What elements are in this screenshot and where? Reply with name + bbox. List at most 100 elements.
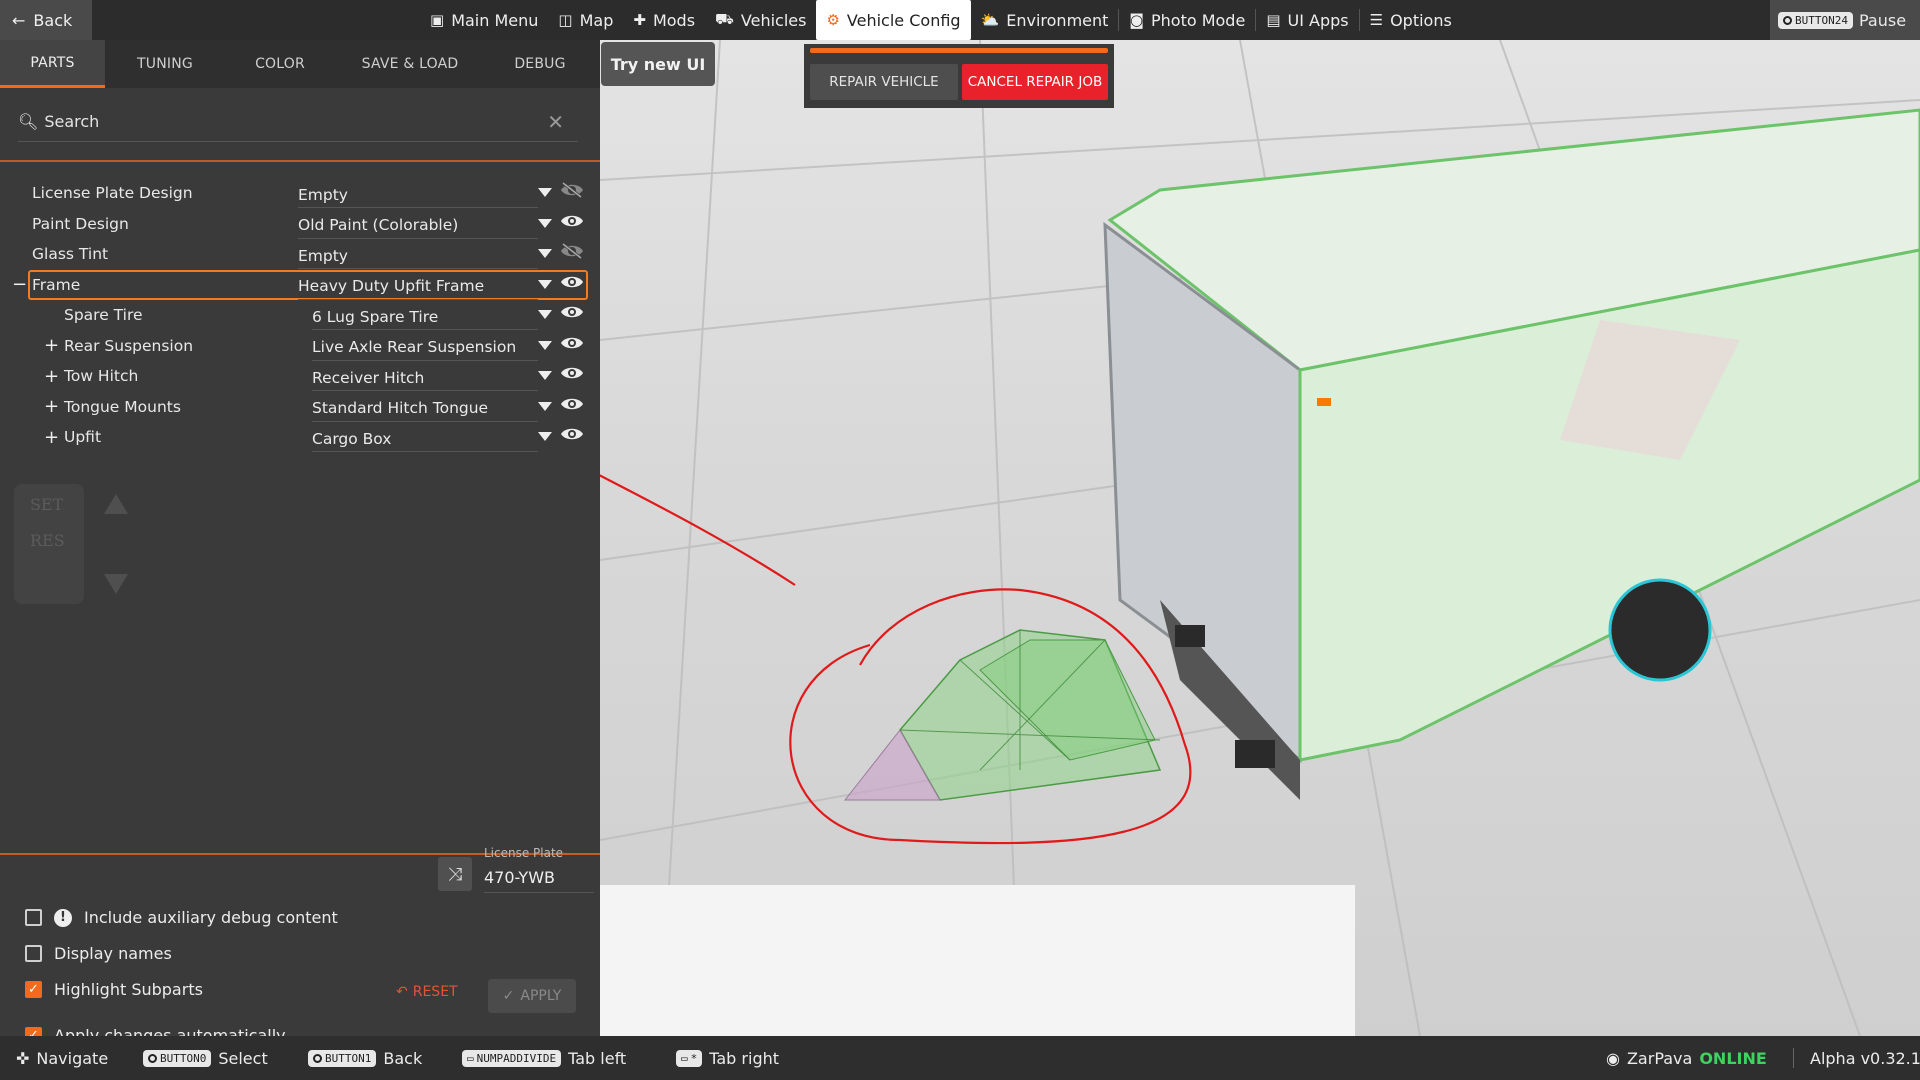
tab-tuning[interactable]: TUNING <box>105 40 225 88</box>
chevron-down-icon[interactable] <box>538 310 552 319</box>
part-name: Tow Hitch <box>64 367 139 386</box>
part-row[interactable]: License Plate Design Empty <box>0 178 600 209</box>
part-row[interactable]: + Tow Hitch Receiver Hitch <box>0 361 600 392</box>
apply-button[interactable]: ✓ APPLY <box>488 979 576 1013</box>
menu-label: UI Apps <box>1287 10 1349 30</box>
expand-icon[interactable]: + <box>44 335 59 356</box>
user-status[interactable]: ◉ ZarPava ONLINE <box>1606 1049 1767 1068</box>
part-select[interactable]: Empty <box>298 243 538 269</box>
menu-vehicle-config[interactable]: ⚙ Vehicle Config <box>816 0 971 40</box>
eye-icon[interactable] <box>560 426 584 442</box>
aux-debug-checkbox[interactable] <box>25 909 42 926</box>
reset-label: RESET <box>412 984 458 1000</box>
eye-off-icon[interactable] <box>560 242 584 260</box>
menu-map[interactable]: ◫ Map <box>548 0 623 40</box>
chevron-down-icon[interactable] <box>538 279 552 289</box>
license-plate-input[interactable]: 470-YWB <box>484 863 594 893</box>
part-row[interactable]: − Frame Heavy Duty Upfit Frame <box>12 269 588 300</box>
menu-options[interactable]: ☰ Options <box>1360 0 1462 40</box>
repair-vehicle-button[interactable]: REPAIR VEHICLE <box>810 64 958 100</box>
tab-color[interactable]: COLOR <box>225 40 335 88</box>
option-label: Display names <box>54 944 172 963</box>
part-select[interactable]: Cargo Box <box>312 426 538 452</box>
eye-icon[interactable] <box>560 304 584 320</box>
hint-tab-right: ▭ * Tab right <box>676 1049 779 1068</box>
expand-icon[interactable]: + <box>44 396 59 417</box>
chevron-down-icon[interactable] <box>538 371 552 380</box>
key-hint: ▭ NUMPADDIVIDE <box>462 1049 562 1067</box>
eye-off-icon[interactable] <box>560 181 584 199</box>
part-name: Frame <box>32 275 81 294</box>
eye-icon[interactable] <box>560 396 584 412</box>
cargo-box-truck <box>1103 108 1920 800</box>
search-field[interactable]: 🔍︎ Search ✕ <box>18 102 578 142</box>
expand-icon[interactable]: + <box>44 427 59 448</box>
chevron-down-icon[interactable] <box>538 188 552 197</box>
check-icon: ✓ <box>502 988 515 1004</box>
cancel-repair-button[interactable]: CANCEL REPAIR JOB <box>962 64 1108 100</box>
menu-environment[interactable]: ⛅ Environment <box>971 0 1119 40</box>
repair-progress-bar <box>810 48 1108 53</box>
map-icon: ◫ <box>558 11 573 29</box>
part-row[interactable]: Glass Tint Empty <box>0 239 600 270</box>
display-names-checkbox[interactable] <box>25 945 42 962</box>
eye-icon[interactable] <box>560 213 584 229</box>
parts-tree: License Plate Design Empty Paint Design Old… <box>0 178 600 453</box>
part-select[interactable]: Old Paint (Colorable) <box>298 213 538 239</box>
menu-photo-mode[interactable]: ◙ Photo Mode <box>1119 0 1255 40</box>
collapse-icon[interactable]: − <box>12 274 27 295</box>
weather-icon: ⛅ <box>980 11 1000 29</box>
part-row[interactable]: Spare Tire 6 Lug Spare Tire <box>0 300 600 331</box>
part-select[interactable]: Live Axle Rear Suspension <box>312 335 538 361</box>
divider <box>0 160 600 162</box>
option-label: Include auxiliary debug content <box>84 908 338 927</box>
part-select[interactable]: Receiver Hitch <box>312 365 538 391</box>
part-select[interactable]: Standard Hitch Tongue <box>312 396 538 422</box>
dpad-icon: ✜ <box>16 1048 30 1068</box>
part-row[interactable]: + Upfit Cargo Box <box>0 422 600 453</box>
gamepad-button-icon <box>148 1053 157 1063</box>
part-select[interactable]: Empty <box>298 182 538 208</box>
tab-save-load[interactable]: SAVE & LOAD <box>335 40 485 88</box>
expand-icon[interactable]: + <box>44 366 59 387</box>
eye-icon[interactable] <box>560 365 584 381</box>
option-highlight-subparts[interactable]: ✓ Highlight Subparts <box>25 980 203 999</box>
menu-ui-apps[interactable]: ▤ UI Apps <box>1256 0 1358 40</box>
part-row[interactable]: + Tongue Mounts Standard Hitch Tongue <box>0 392 600 423</box>
tab-parts[interactable]: PARTS <box>0 40 105 88</box>
option-display-names[interactable]: Display names <box>25 944 172 963</box>
chevron-down-icon[interactable] <box>538 218 552 228</box>
chevron-down-icon[interactable] <box>538 432 552 441</box>
chevron-down-icon[interactable] <box>538 340 552 350</box>
randomize-plate-button[interactable]: ⤨ <box>438 857 472 891</box>
menu-label: Environment <box>1006 10 1109 30</box>
search-input[interactable]: Search <box>44 112 99 131</box>
chevron-down-icon[interactable] <box>538 401 552 411</box>
hint-navigate: ✜ Navigate <box>16 1049 108 1068</box>
pause-button[interactable]: BUTTON24 Pause <box>1770 0 1920 40</box>
part-name: Glass Tint <box>32 245 109 264</box>
menu-vehicles[interactable]: ⛟ Vehicles <box>705 0 816 40</box>
part-select[interactable]: Heavy Duty Upfit Frame <box>298 274 538 300</box>
chevron-down-icon[interactable] <box>538 249 552 258</box>
option-aux-debug[interactable]: ! Include auxiliary debug content <box>25 908 338 927</box>
eye-icon[interactable] <box>560 335 584 351</box>
try-new-ui-button[interactable]: Try new UI <box>601 42 715 86</box>
reset-button[interactable]: ↶ RESET <box>396 984 458 1000</box>
part-select[interactable]: 6 Lug Spare Tire <box>312 304 538 330</box>
hint-label: Navigate <box>36 1048 109 1068</box>
online-status: ONLINE <box>1699 1048 1767 1068</box>
eye-icon[interactable] <box>560 274 584 290</box>
main-nav: ▣ Main Menu ◫ Map ✚ Mods ⛟ Vehicles ⚙ Vehicle… <box>420 0 1462 40</box>
clear-search-icon[interactable]: ✕ <box>547 110 564 134</box>
back-button[interactable]: ← Back <box>0 0 92 40</box>
highlight-subparts-checkbox[interactable]: ✓ <box>25 981 42 998</box>
hint-label: Select <box>218 1048 268 1068</box>
tab-debug[interactable]: DEBUG <box>485 40 595 88</box>
part-row[interactable]: Paint Design Old Paint (Colorable) <box>0 209 600 240</box>
menu-mods[interactable]: ✚ Mods <box>623 0 705 40</box>
set-label: SET <box>30 495 64 514</box>
part-row[interactable]: + Rear Suspension Live Axle Rear Suspensio… <box>0 331 600 362</box>
apply-label: APPLY <box>520 988 562 1004</box>
menu-main-menu[interactable]: ▣ Main Menu <box>420 0 548 40</box>
